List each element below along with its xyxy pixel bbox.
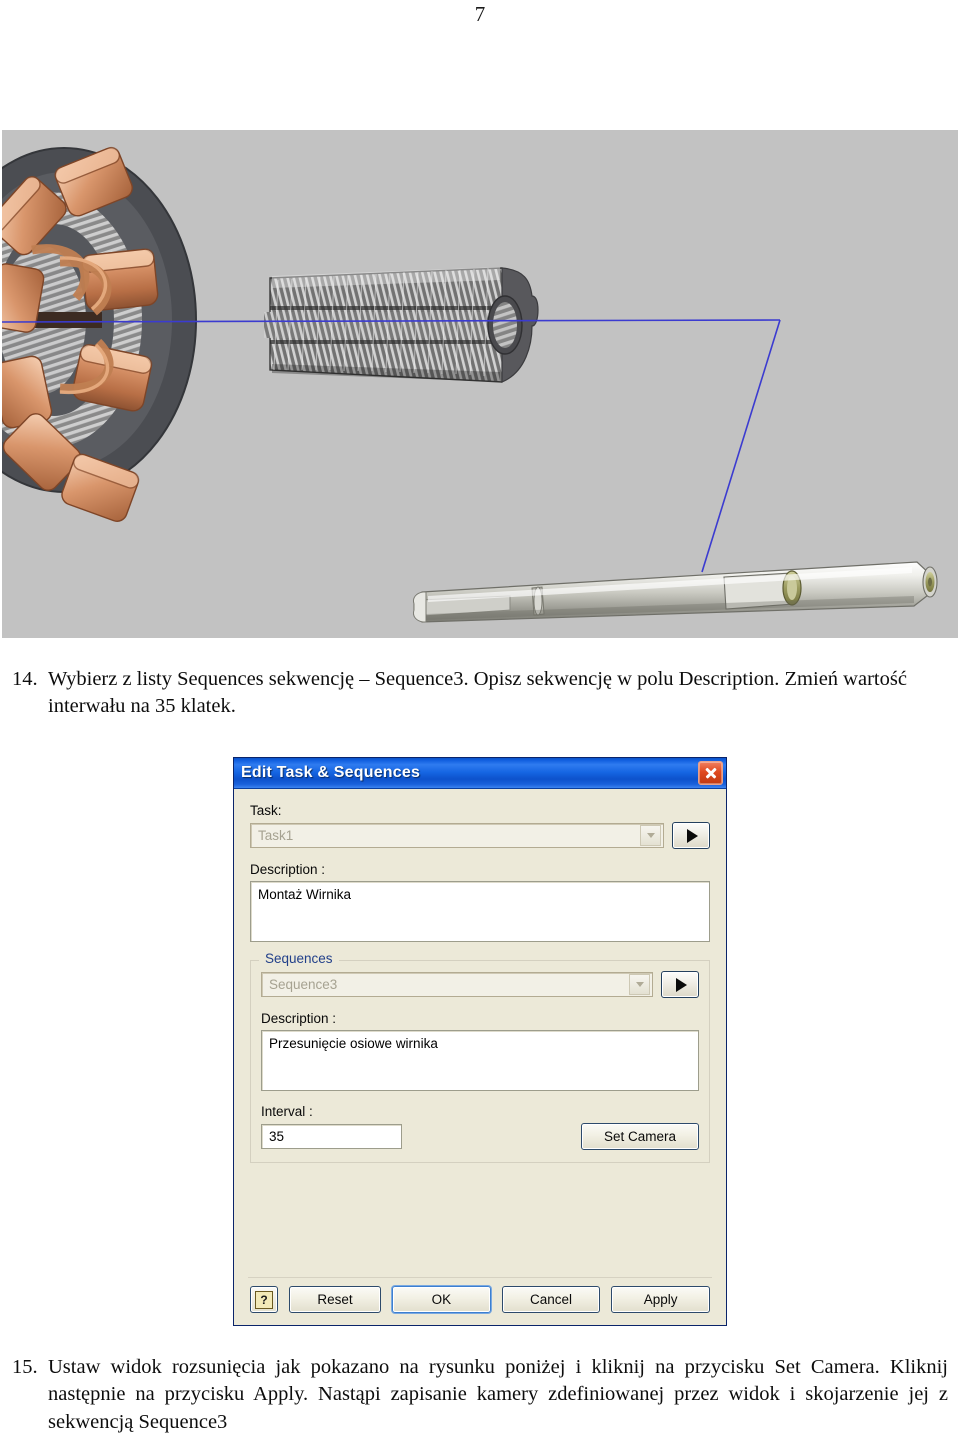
close-icon[interactable] [698,761,723,785]
page-number: 7 [474,2,486,26]
dialog-body: Task: Task1 Description : Montaż Wirnika… [234,789,726,1163]
chevron-down-icon[interactable] [640,825,661,846]
dialog-title: Edit Task & Sequences [241,764,421,781]
sequence-combobox[interactable]: Sequence3 [261,972,653,997]
task-description-label: Description : [250,862,326,877]
sequences-groupbox: Sequences Sequence3 Description : Przesu… [250,951,710,1163]
sequences-group-legend: Sequences [261,951,337,966]
dialog-footer: ? Reset OK Cancel Apply [250,1286,711,1313]
task-row: Task1 [250,822,710,849]
question-mark-icon: ? [255,1290,273,1309]
step-text: Wybierz z listy Sequences sekwencję – Se… [48,668,907,718]
reset-button[interactable]: Reset [289,1286,381,1313]
step-number: 15. [12,1356,38,1378]
sequence-description-textarea[interactable]: Przesunięcie osiowe wirnika [261,1030,699,1091]
step-number: 14. [12,668,38,690]
task-combobox[interactable]: Task1 [250,823,664,848]
cad-exploded-view-figure [2,130,958,638]
interval-label: Interval : [261,1104,313,1119]
footer-divider [248,1277,712,1278]
sequence-row: Sequence3 [261,971,699,998]
instruction-step-15: 15. Ustaw widok rozsunięcia jak pokazano… [12,1354,948,1436]
chevron-down-icon[interactable] [629,974,650,995]
sequence-description-label: Description : [261,1011,337,1026]
dialog-titlebar[interactable]: Edit Task & Sequences [234,758,726,789]
apply-button[interactable]: Apply [611,1286,711,1313]
cad-viewport [2,130,958,638]
play-icon [675,977,687,992]
play-icon [686,828,698,843]
ok-button[interactable]: OK [392,1286,491,1313]
sequence-combobox-value: Sequence3 [269,977,338,992]
rotor-core [264,267,539,383]
task-label: Task: [250,803,282,818]
task-play-button[interactable] [672,822,710,849]
instruction-step-14: 14. Wybierz z listy Sequences sekwencję … [12,666,948,721]
sequences-group-content: Sequence3 Description : Przesunięcie osi… [261,960,699,1150]
task-description-textarea[interactable]: Montaż Wirnika [250,881,710,942]
set-camera-button[interactable]: Set Camera [581,1123,699,1150]
edit-task-and-sequences-dialog: Edit Task & Sequences Task: Task1 Descri… [233,757,727,1326]
interval-row: 35 Set Camera [261,1123,699,1150]
help-button[interactable]: ? [250,1286,278,1313]
sequence-play-button[interactable] [661,971,699,998]
interval-input[interactable]: 35 [261,1124,402,1149]
step-text: Ustaw widok rozsunięcia jak pokazano na … [48,1356,948,1433]
cancel-button[interactable]: Cancel [501,1286,601,1313]
task-combobox-value: Task1 [258,828,294,843]
